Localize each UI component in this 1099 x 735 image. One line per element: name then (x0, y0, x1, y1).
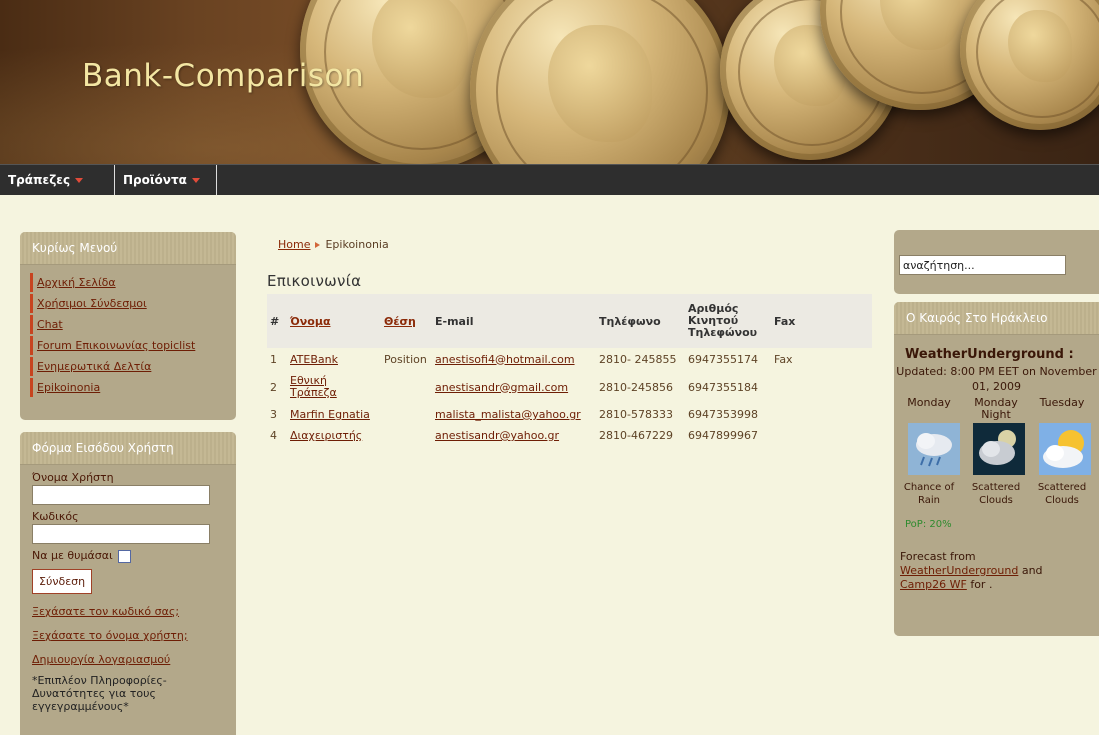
cell-email-link[interactable]: anestisofi4@hotmail.com (435, 353, 575, 366)
dropdown-arrow-icon (75, 178, 84, 183)
cell-mobile: 6947353998 (688, 408, 758, 421)
cell-fax (771, 425, 872, 446)
login-box: Φόρμα Εισόδου Χρήστη Όνομα Χρήστη Κωδικό… (20, 432, 236, 735)
weather-updated: Updated: 8:00 PM EET on November 01, 200… (896, 365, 1097, 393)
rain-icon (908, 423, 960, 475)
cell-fax (771, 370, 872, 404)
cell-position (381, 370, 432, 404)
cell-mobile: 6947899967 (688, 429, 758, 442)
cell-phone: 2810-467229 (599, 429, 673, 442)
cell-mobile: 6947355184 (688, 380, 758, 394)
cell-phone: 2810-578333 (599, 408, 673, 421)
weather-title: Ο Καιρός Στο Ηράκλειο (894, 302, 1099, 335)
table-row: 3 Marfin Egnatia malista_malista@yahoo.g… (267, 404, 872, 425)
nav-item-banks[interactable]: Τράπεζες (0, 165, 115, 195)
forecast-day: Monday Night (974, 396, 1018, 421)
forecast-credit-text: and (1021, 564, 1043, 577)
cell-position (381, 425, 432, 446)
forecast-credit-text: for . (970, 578, 993, 591)
nav-item-label: Τράπεζες (8, 173, 71, 187)
col-header-email: E-mail (432, 294, 596, 348)
remember-me-label: Να με θυμάσαι (32, 549, 113, 562)
username-input[interactable] (32, 485, 210, 505)
forecast-credit-text: Forecast from (900, 550, 976, 563)
cell-number: 3 (270, 408, 277, 421)
contacts-table: # Όνομα Θέση E-mail Τηλέφωνο Αριθμός Κιν… (267, 294, 872, 446)
table-row: 4 Διαχειριστής anestisandr@yahoo.gr 2810… (267, 425, 872, 446)
cell-phone: 2810-245856 (599, 380, 673, 394)
cell-fax (771, 404, 872, 425)
password-label: Κωδικός (32, 510, 79, 523)
cloudy-night-icon (973, 423, 1025, 475)
camp26-link[interactable]: Camp26 WF (900, 578, 967, 591)
remember-me-checkbox[interactable] (117, 549, 131, 563)
weather-box: Ο Καιρός Στο Ηράκλειο WeatherUnderground… (894, 302, 1099, 636)
registered-info-note: *Επιπλέον Πληροφορίες-Δυνατότητες για το… (32, 673, 167, 713)
site-title[interactable]: Bank-Comparison (82, 58, 364, 94)
forecast-day: Monday (907, 396, 951, 409)
menu-item-useful-links[interactable]: Χρήσιμοι Σύνδεσμοι (37, 297, 147, 310)
menu-item-newsletters[interactable]: Ενημερωτικά Δελτία (37, 360, 151, 373)
login-title: Φόρμα Εισόδου Χρήστη (20, 432, 236, 465)
weatherunderground-link[interactable]: WeatherUnderground (900, 564, 1018, 577)
partly-cloudy-icon (1039, 423, 1091, 475)
breadcrumb-home[interactable]: Home (278, 238, 310, 251)
cell-name-link[interactable]: Εθνική Τράπεζα (290, 375, 350, 399)
nav-item-label: Προϊόντα (123, 173, 187, 187)
weather-brand: WeatherUnderground : (905, 347, 1074, 362)
menu-item-contact[interactable]: Epikoinonia (37, 381, 100, 394)
main-menu-title: Κυρίως Μενού (20, 232, 236, 265)
col-header-number: # (267, 294, 287, 348)
menu-item-home[interactable]: Αρχική Σελίδα (37, 276, 116, 289)
col-header-name[interactable]: Όνομα (290, 315, 331, 328)
search-input[interactable] (899, 255, 1066, 275)
cell-name-link[interactable]: ATEBank (290, 353, 338, 366)
forecast-credit: Forecast from WeatherUnderground and Cam… (900, 550, 1099, 592)
login-button[interactable]: Σύνδεση (32, 568, 93, 594)
forecast-condition: Scattered Clouds (1037, 482, 1087, 506)
forgot-password-link[interactable]: Ξεχάσατε τον κωδικό σας; (32, 605, 224, 618)
page-title: Επικοινωνία (267, 272, 362, 290)
cell-position (381, 404, 432, 425)
cell-position: Position (384, 352, 427, 366)
table-row: 2 Εθνική Τράπεζα anestisandr@gmail.com 2… (267, 370, 872, 404)
main-menu-box: Κυρίως Μενού Αρχική Σελίδα Χρήσιμοι Σύνδ… (20, 232, 236, 420)
header-banner: Bank-Comparison (0, 0, 1099, 164)
cell-number: 4 (270, 429, 277, 442)
forgot-username-link[interactable]: Ξεχάσατε το όνομα χρήστη; (32, 629, 224, 642)
password-input[interactable] (32, 524, 210, 544)
cell-number: 1 (270, 352, 277, 366)
menu-item-chat[interactable]: Chat (37, 318, 63, 331)
precipitation-probability: PoP: 20% (905, 519, 952, 530)
search-box (894, 230, 1099, 294)
table-header-row: # Όνομα Θέση E-mail Τηλέφωνο Αριθμός Κιν… (267, 294, 872, 348)
cell-fax: Fax (774, 352, 793, 366)
forecast-condition: Chance of Rain (903, 482, 955, 506)
col-header-phone: Τηλέφωνο (596, 294, 685, 348)
cell-name-link[interactable]: Marfin Egnatia (290, 408, 370, 421)
cell-mobile: 6947355174 (688, 352, 758, 366)
menu-item-forum[interactable]: Forum Επικοινωνίας topiclist (37, 339, 195, 352)
table-row: 1 ATEBank Position anestisofi4@hotmail.c… (267, 348, 872, 370)
col-header-fax: Fax (771, 294, 872, 348)
cell-name-link[interactable]: Διαχειριστής (290, 429, 362, 442)
forecast-day: Tuesday (1039, 396, 1085, 409)
breadcrumb: Home Epikoinonia (278, 238, 389, 251)
cell-email-link[interactable]: anestisandr@gmail.com (435, 381, 568, 394)
cell-number: 2 (270, 380, 277, 394)
nav-item-products[interactable]: Προϊόντα (115, 165, 217, 195)
cell-email-link[interactable]: anestisandr@yahoo.gr (435, 429, 559, 442)
forecast-condition: Scattered Clouds (971, 482, 1021, 506)
cell-email-link[interactable]: malista_malista@yahoo.gr (435, 408, 581, 421)
col-header-position[interactable]: Θέση (384, 315, 416, 328)
col-header-mobile: Αριθμός Κινητού Τηλεφώνου (685, 294, 771, 348)
coin-image (470, 0, 730, 164)
breadcrumb-current: Epikoinonia (325, 238, 389, 251)
username-label: Όνομα Χρήστη (32, 471, 114, 484)
breadcrumb-separator-icon (315, 242, 321, 248)
dropdown-arrow-icon (191, 178, 200, 183)
create-account-link[interactable]: Δημιουργία λογαριασμού (32, 653, 224, 666)
top-nav: Τράπεζες Προϊόντα (0, 164, 1099, 195)
cell-phone: 2810- 245855 (599, 352, 677, 366)
